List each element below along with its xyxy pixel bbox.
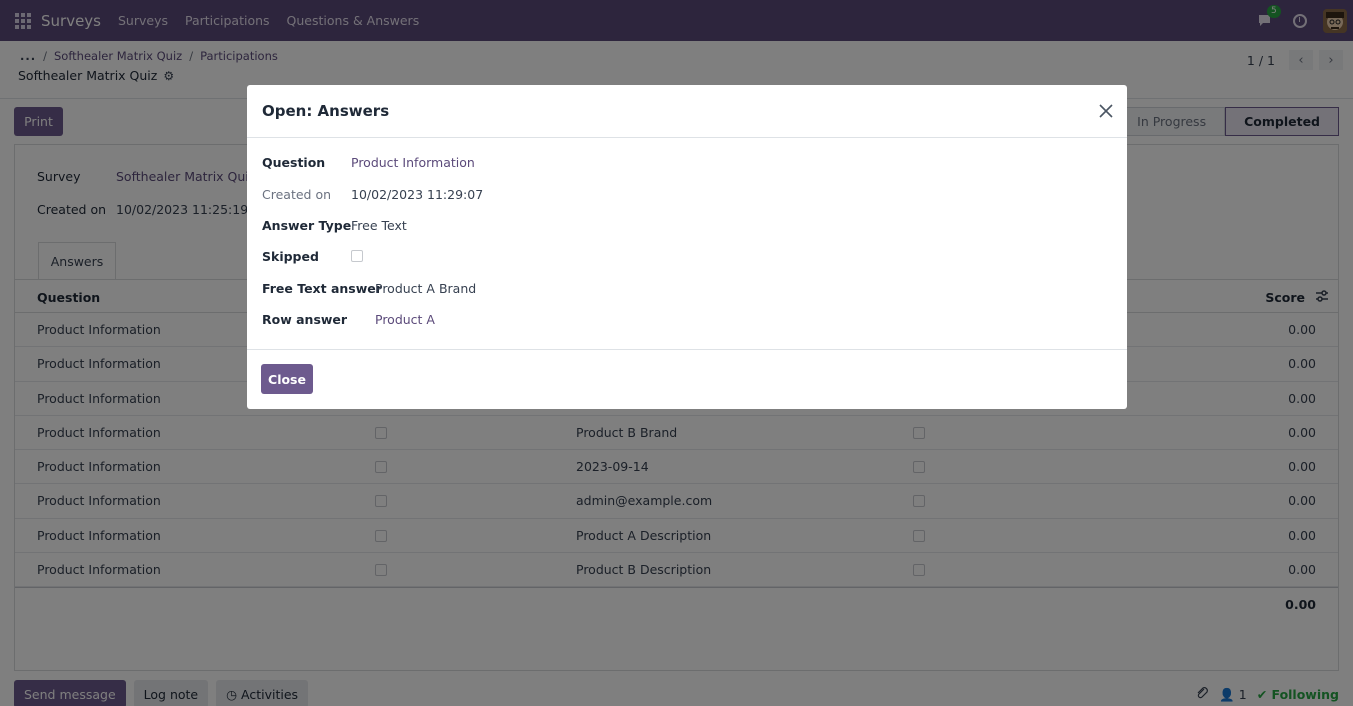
created-on-label: Created on [262, 187, 332, 202]
close-button[interactable]: Close [261, 364, 313, 394]
modal-title: Open: Answers [262, 102, 390, 120]
question-value[interactable]: Product Information [351, 155, 475, 170]
free-text-answer-label: Free Text answer [262, 281, 382, 296]
answer-type-value: Free Text [351, 218, 407, 233]
skipped-label: Skipped [262, 249, 319, 264]
row-answer-label: Row answer [262, 312, 348, 327]
skipped-checkbox[interactable] [351, 250, 363, 262]
close-icon[interactable] [1097, 102, 1115, 120]
created-on-value: 10/02/2023 11:29:07 [351, 187, 484, 202]
row-answer-value[interactable]: Product A [375, 312, 435, 327]
answers-dialog: Open: Answers Question Product Informati… [247, 85, 1127, 409]
modal-header: Open: Answers [247, 85, 1127, 138]
answer-type-label: Answer Type [262, 218, 352, 233]
free-text-answer-value: Product A Brand [375, 281, 477, 296]
question-label: Question [262, 155, 326, 170]
modal-footer: Close [247, 350, 1127, 408]
modal-body: Question Product Information Created on … [247, 138, 1127, 350]
